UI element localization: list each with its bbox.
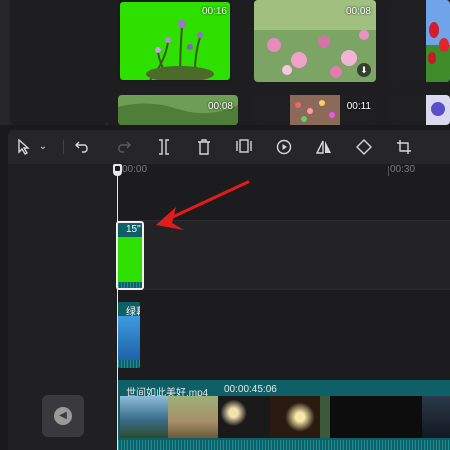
text-clip-frame bbox=[118, 316, 140, 360]
overlay-track bbox=[116, 220, 450, 290]
ruler-label-mark: 00:30 bbox=[390, 164, 416, 175]
crop-icon[interactable] bbox=[394, 137, 414, 157]
playhead-line[interactable] bbox=[117, 168, 118, 450]
red-tulips-image bbox=[426, 0, 450, 82]
text-track bbox=[116, 292, 450, 372]
media-thumbnail-flowers-green[interactable]: 00:16 bbox=[118, 0, 232, 82]
dropdown-chevron-icon[interactable]: ⌄ bbox=[36, 137, 50, 157]
flower-field-image bbox=[290, 95, 340, 125]
clip-frame bbox=[168, 396, 218, 438]
overlay-clip-waveform bbox=[118, 282, 142, 288]
toolbar-divider bbox=[63, 140, 64, 154]
clip-frame bbox=[320, 396, 330, 438]
ruler-label-start: 00:00 bbox=[122, 164, 148, 175]
clip-frame bbox=[330, 396, 422, 438]
editor-window: 00:16 00:08 ⬇ 00:08 00:11 ⌄ 00:00 00:30 … bbox=[0, 0, 450, 450]
text-clip-waveform bbox=[118, 360, 140, 368]
clip-frame bbox=[218, 396, 270, 438]
overlay-clip[interactable]: 15" bbox=[116, 221, 144, 290]
thumbnail-duration: 00:16 bbox=[201, 6, 227, 17]
delete-icon[interactable] bbox=[194, 137, 214, 157]
main-video-clip[interactable]: 世间如此美好.mp4 00:00:45:06 bbox=[118, 380, 450, 450]
track-audio-toggle[interactable]: ◀ bbox=[42, 395, 84, 437]
media-thumbnail-flower-field[interactable]: 00:11 bbox=[254, 95, 376, 125]
download-icon[interactable]: ⬇ bbox=[357, 63, 371, 77]
mirror-icon[interactable] bbox=[314, 137, 334, 157]
thumbnail-duration: 00:11 bbox=[346, 101, 371, 112]
media-thumbnail-red-tulips[interactable] bbox=[390, 0, 450, 82]
clip-frame bbox=[270, 396, 320, 438]
redo-icon[interactable] bbox=[113, 137, 133, 157]
playhead-handle[interactable] bbox=[113, 164, 122, 176]
media-sidebar bbox=[0, 0, 108, 125]
text-clip[interactable]: 绿幕 bbox=[118, 302, 140, 368]
thumbnail-duration: 00:08 bbox=[207, 101, 233, 112]
rotate-icon[interactable] bbox=[354, 137, 374, 157]
edit-toolbar: ⌄ bbox=[8, 130, 450, 164]
media-thumbnail-green-grass[interactable]: 00:08 bbox=[118, 95, 238, 125]
main-clip-waveform bbox=[118, 440, 450, 450]
split-icon[interactable] bbox=[154, 137, 174, 157]
clip-frame bbox=[422, 396, 450, 438]
thumbnail-duration: 00:08 bbox=[345, 6, 371, 17]
freeze-icon[interactable] bbox=[234, 137, 254, 157]
play-reverse-icon[interactable] bbox=[274, 137, 294, 157]
media-category-panel bbox=[10, 0, 108, 125]
overlay-clip-label: 15" bbox=[126, 224, 141, 235]
media-thumbnail-pink-cosmos[interactable]: 00:08 ⬇ bbox=[254, 0, 376, 82]
undo-icon[interactable] bbox=[73, 137, 93, 157]
select-arrow-icon[interactable] bbox=[14, 137, 34, 157]
clip-frame bbox=[120, 396, 168, 438]
speaker-icon: ◀ bbox=[54, 407, 72, 425]
purple-flower-image bbox=[426, 95, 450, 125]
media-thumbnail-purple-flower[interactable] bbox=[390, 95, 450, 125]
main-clip-duration: 00:00:45:06 bbox=[224, 384, 277, 395]
ruler-tick bbox=[388, 166, 389, 176]
